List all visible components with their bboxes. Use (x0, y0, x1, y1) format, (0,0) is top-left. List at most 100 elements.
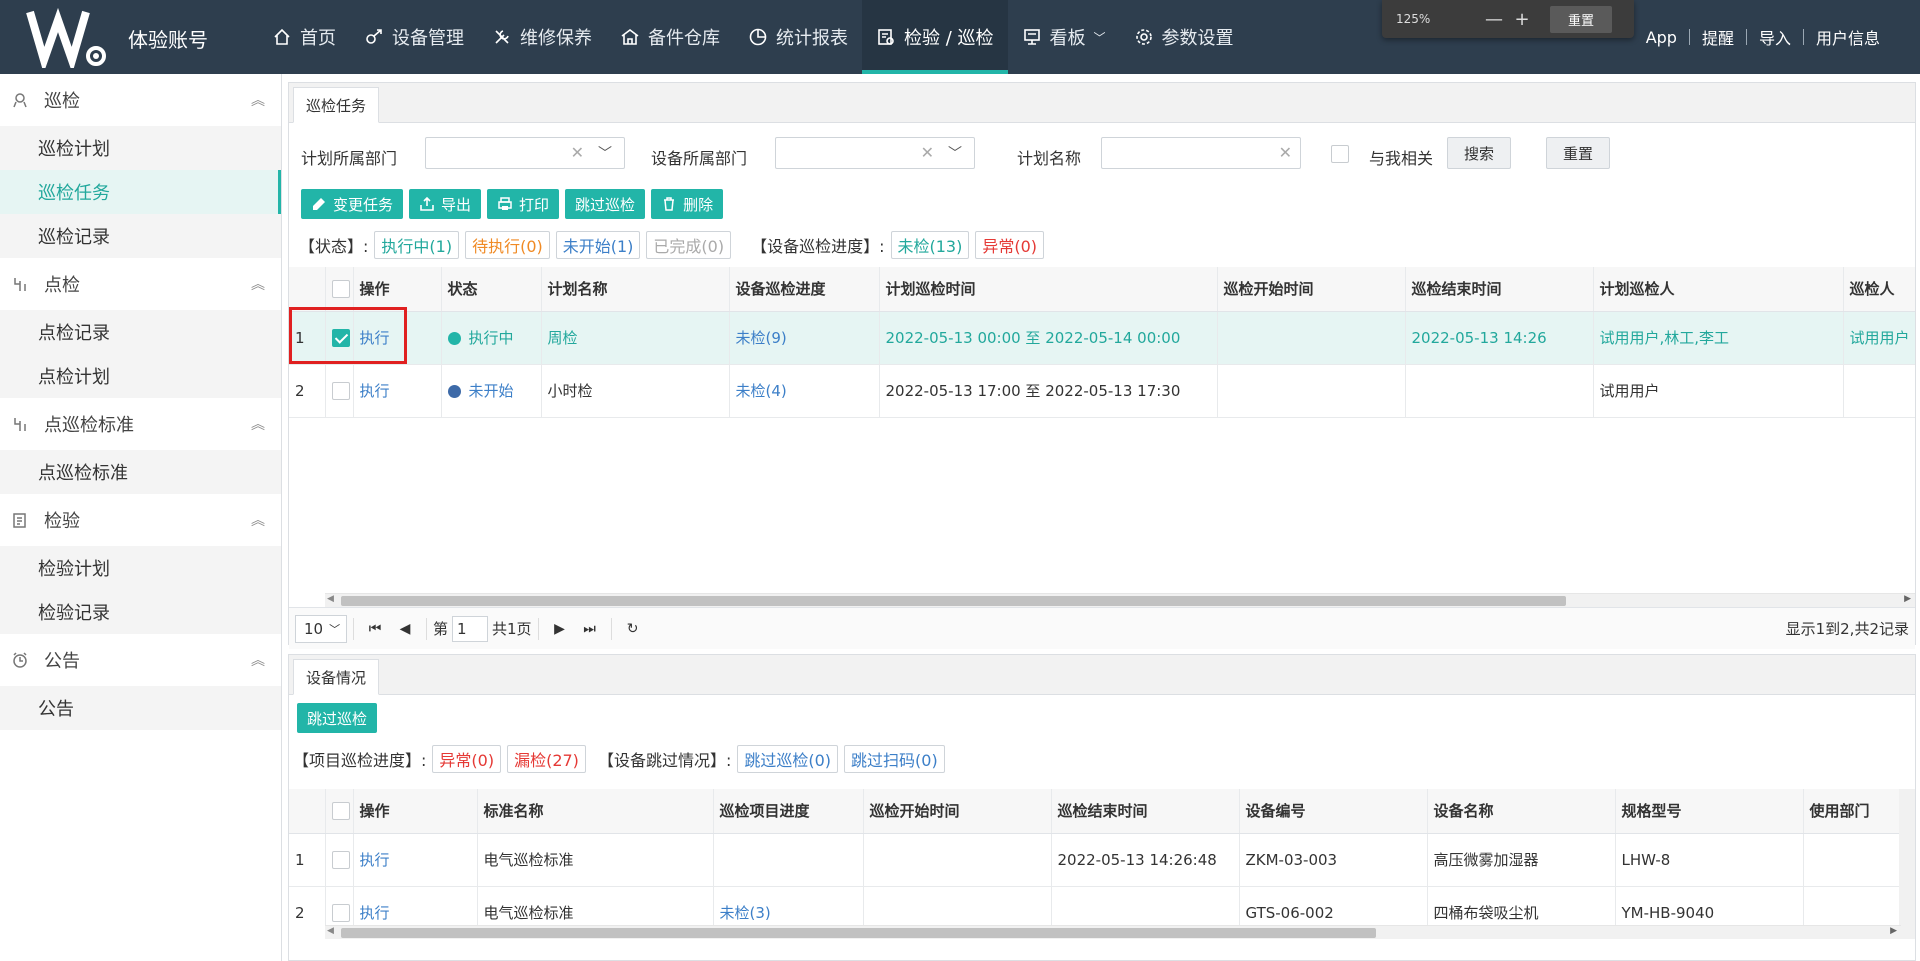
sidebar-item-standard[interactable]: 点巡检标准 (0, 450, 281, 494)
nav-home[interactable]: 首页 (258, 0, 350, 74)
scroll-right-icon[interactable]: ▶ (1890, 926, 1897, 936)
execute-link[interactable]: 执行 (360, 904, 390, 922)
table-row[interactable]: 1 执行 执行中 周检 未检(9) 2022-05-13 00:00 至 202… (289, 311, 1915, 365)
equip-dept-select[interactable]: ✕ ﹀ (775, 137, 975, 169)
nav-reports[interactable]: 统计报表 (734, 0, 862, 74)
plan-name-input[interactable]: ✕ (1101, 137, 1301, 169)
column-header[interactable]: 计划巡检人 (1593, 267, 1844, 312)
page-number-input[interactable]: 1 (452, 615, 489, 642)
export-button[interactable]: 导出 (409, 189, 482, 219)
sidebar-item-test-plan[interactable]: 检验计划 (0, 546, 281, 590)
logo[interactable] (24, 6, 110, 74)
reset-button[interactable]: 重置 (1546, 137, 1611, 169)
change-task-button[interactable]: 变更任务 (301, 189, 404, 219)
row-checkbox[interactable] (331, 850, 350, 869)
vertical-scrollbar[interactable] (1899, 789, 1915, 939)
column-header[interactable]: 巡检开始时间 (1217, 267, 1406, 312)
sidebar-item-spot-record[interactable]: 点检记录 (0, 310, 281, 354)
sidebar-group-standard[interactable]: 点巡检标准 ︽ (0, 398, 281, 450)
column-header[interactable]: 巡检人 (1843, 267, 1915, 312)
progress-tag-unchecked[interactable]: 未检(13) (890, 231, 970, 259)
sidebar-group-announcement[interactable]: 公告 ︽ (0, 634, 281, 686)
scroll-right-icon[interactable]: ▶ (1904, 594, 1911, 604)
status-tag-running[interactable]: 执行中(1) (374, 231, 460, 259)
reminder-link[interactable]: 提醒 (1690, 25, 1746, 49)
nav-board[interactable]: 看板 ﹀ (1008, 0, 1120, 74)
sidebar-item-announcement[interactable]: 公告 (0, 686, 281, 730)
column-header[interactable]: 巡检结束时间 (1405, 267, 1594, 312)
horizontal-scrollbar[interactable]: ◀ ▶ (325, 593, 1915, 607)
column-header[interactable]: 计划名称 (541, 267, 730, 312)
equip-skip-inspection-button[interactable]: 跳过巡检 (297, 703, 378, 733)
tab-patrol-task[interactable]: 巡检任务 (293, 87, 380, 123)
sidebar-item-test-record[interactable]: 检验记录 (0, 590, 281, 634)
clear-icon[interactable]: ✕ (571, 143, 584, 162)
prev-page-icon[interactable]: ◀ (390, 615, 420, 643)
plan-dept-select[interactable]: ✕ ﹀ (425, 137, 625, 169)
app-link[interactable]: App (1634, 28, 1689, 47)
tab-equipment-status[interactable]: 设备情况 (293, 659, 380, 695)
execute-link[interactable]: 执行 (360, 851, 390, 869)
equip-horizontal-scrollbar[interactable]: ◀ ▶ (325, 925, 1901, 939)
column-header[interactable]: 计划巡检时间 (879, 267, 1218, 312)
clear-icon[interactable]: ✕ (921, 143, 934, 162)
related-to-me-checkbox[interactable] (1331, 145, 1349, 163)
column-header[interactable]: 规格型号 (1615, 789, 1804, 834)
column-header[interactable]: 巡检项目进度 (713, 789, 864, 834)
delete-button[interactable]: 删除 (651, 189, 724, 219)
select-all-checkbox[interactable] (331, 280, 350, 298)
chevron-down-icon[interactable]: ﹀ (948, 143, 962, 163)
item-progress-link[interactable]: 未检(3) (720, 904, 771, 922)
progress-tag-abnormal[interactable]: 异常(0) (975, 231, 1045, 259)
item-tag-abnormal[interactable]: 异常(0) (432, 745, 502, 773)
zoom-in-button[interactable]: + (1508, 9, 1536, 30)
progress-link[interactable]: 未检(4) (736, 382, 787, 400)
zoom-reset-button[interactable]: 重置 (1550, 5, 1613, 33)
column-header[interactable]: 使用部门 (1803, 789, 1901, 834)
column-header[interactable]: 设备巡检进度 (729, 267, 880, 312)
table-row[interactable]: 1 执行 电气巡检标准 2022-05-13 14:26:48 ZKM-03-0… (289, 833, 1901, 887)
sidebar-item-patrol-task[interactable]: 巡检任务 (0, 170, 281, 214)
skip-inspection-button[interactable]: 跳过巡检 (565, 189, 646, 219)
column-header[interactable]: 标准名称 (477, 789, 714, 834)
nav-settings[interactable]: 参数设置 (1120, 0, 1248, 74)
first-page-icon[interactable]: ⏮ (360, 615, 390, 643)
row-checkbox[interactable] (331, 381, 350, 400)
scroll-left-icon[interactable]: ◀ (327, 926, 334, 936)
column-header[interactable]: 巡检开始时间 (863, 789, 1052, 834)
clear-icon[interactable]: ✕ (1279, 143, 1292, 162)
progress-link[interactable]: 未检(9) (736, 329, 787, 347)
print-button[interactable]: 打印 (487, 189, 560, 219)
sidebar-group-test[interactable]: 检验 ︽ (0, 494, 281, 546)
sidebar-group-patrol[interactable]: 巡检 ︽ (0, 74, 281, 126)
chevron-down-icon[interactable]: ﹀ (598, 143, 612, 163)
skip-tag-inspection[interactable]: 跳过巡检(0) (737, 745, 839, 773)
status-tag-not-started[interactable]: 未开始(1) (555, 231, 641, 259)
scrollbar-thumb[interactable] (341, 928, 1376, 938)
row-checkbox[interactable] (331, 903, 350, 922)
refresh-icon[interactable]: ↻ (618, 615, 648, 643)
import-link[interactable]: 导入 (1747, 25, 1803, 49)
sidebar-item-spot-plan[interactable]: 点检计划 (0, 354, 281, 398)
sidebar-item-patrol-record[interactable]: 巡检记录 (0, 214, 281, 258)
next-page-icon[interactable]: ▶ (545, 615, 575, 643)
table-row[interactable]: 2 执行 未开始 小时检 未检(4) 2022-05-13 17:00 至 20… (289, 364, 1915, 418)
column-header[interactable]: 设备编号 (1239, 789, 1428, 834)
zoom-out-button[interactable]: — (1480, 9, 1508, 30)
search-button[interactable]: 搜索 (1447, 137, 1512, 169)
nav-inspection[interactable]: 检验 / 巡检 (862, 0, 1008, 74)
sidebar-item-patrol-plan[interactable]: 巡检计划 (0, 126, 281, 170)
skip-tag-scan[interactable]: 跳过扫码(0) (844, 745, 945, 773)
execute-link[interactable]: 执行 (360, 382, 390, 400)
scroll-left-icon[interactable]: ◀ (327, 594, 334, 604)
nav-maintenance[interactable]: 维修保养 (478, 0, 606, 74)
column-header[interactable]: 设备名称 (1427, 789, 1616, 834)
status-tag-pending[interactable]: 待执行(0) (465, 231, 550, 259)
last-page-icon[interactable]: ⏭ (575, 615, 605, 643)
user-info-link[interactable]: 用户信息 (1804, 25, 1892, 49)
nav-warehouse[interactable]: 备件仓库 (606, 0, 734, 74)
scrollbar-thumb[interactable] (341, 596, 1566, 606)
page-size-select[interactable]: 10 ﹀ (295, 614, 347, 643)
status-tag-completed[interactable]: 已完成(0) (646, 231, 732, 259)
item-tag-missed[interactable]: 漏检(27) (507, 745, 586, 773)
